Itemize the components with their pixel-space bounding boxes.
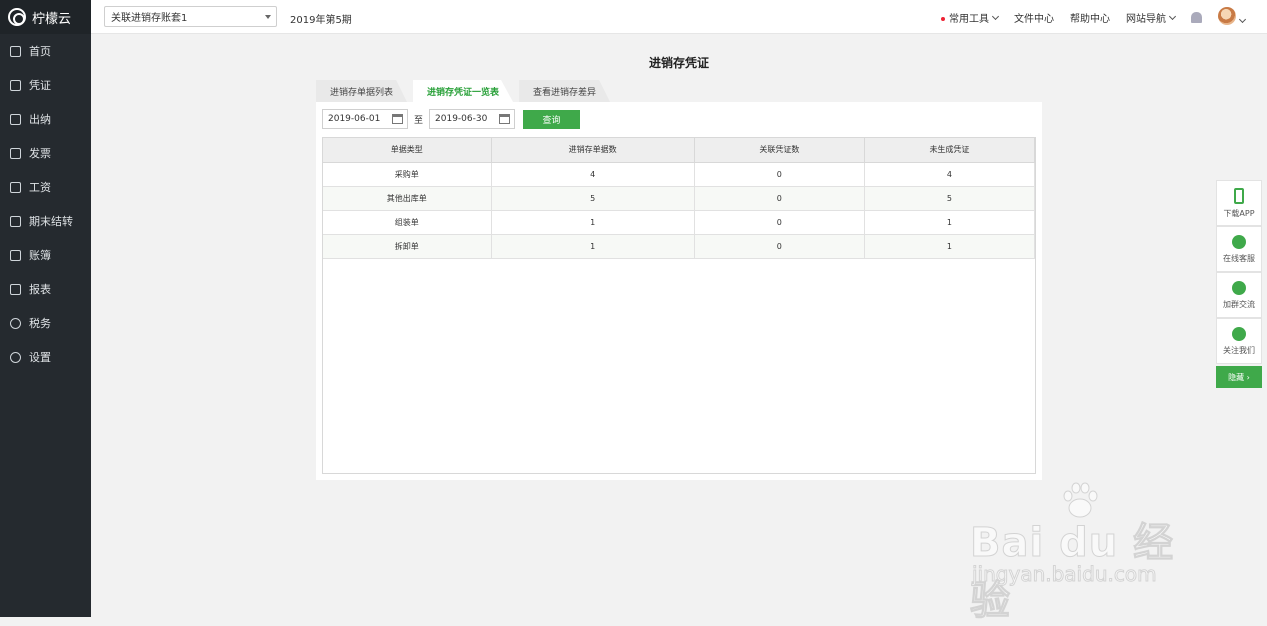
wechat-icon	[1232, 326, 1246, 341]
column-header[interactable]: 未生成凭证	[864, 138, 1036, 163]
cashier-icon	[10, 113, 21, 125]
table-header-row: 单据类型 进销存单据数 关联凭证数 未生成凭证	[323, 138, 1036, 163]
table-cell: 1	[491, 234, 695, 259]
table-cell: 5	[864, 186, 1036, 211]
table-row[interactable]: 组装单 1 0 1	[323, 210, 1036, 235]
end-date-input[interactable]: 2019-06-30	[429, 109, 516, 129]
sidebar-item-voucher[interactable]: 凭证	[0, 68, 91, 102]
date-filter: 2019-06-01 至 2019-06-30 查询	[322, 109, 581, 129]
group-icon	[1232, 280, 1246, 295]
table-cell: 1	[491, 210, 695, 235]
table-cell: 组装单	[323, 210, 492, 235]
table-cell: 0	[694, 162, 865, 187]
brand-logo[interactable]: 柠檬云	[0, 0, 91, 34]
brand-name: 柠檬云	[32, 11, 72, 27]
phone-icon	[1234, 187, 1244, 204]
user-menu[interactable]	[1218, 6, 1247, 28]
online-support-button[interactable]: 在线客服	[1216, 226, 1262, 272]
gear-icon	[10, 351, 21, 363]
invoice-icon	[10, 147, 21, 159]
calendar-icon	[10, 215, 21, 227]
sidebar-item-cashier[interactable]: 出纳	[0, 102, 91, 136]
salary-icon	[10, 181, 21, 193]
tab-voucher-overview[interactable]: 进销存凭证一览表	[413, 80, 514, 102]
red-dot-icon	[941, 16, 945, 21]
column-header[interactable]: 关联凭证数	[694, 138, 865, 163]
sidebar-item-report[interactable]: 报表	[0, 272, 91, 306]
sidebar-item-home[interactable]: 首页	[0, 34, 91, 68]
start-date-input[interactable]: 2019-06-01	[322, 109, 408, 129]
lemon-logo-icon	[8, 8, 26, 26]
voucher-table: 单据类型 进销存单据数 关联凭证数 未生成凭证 采购单 4 0 4 其他出库单 …	[322, 137, 1036, 474]
query-button[interactable]: 查询	[523, 109, 581, 129]
column-header[interactable]: 单据类型	[323, 138, 492, 163]
chevron-down-icon	[991, 12, 1000, 20]
sidebar-item-period-close[interactable]: 期末结转	[0, 204, 91, 238]
caret-down-icon	[265, 15, 271, 19]
table-cell: 拆卸单	[323, 234, 492, 259]
join-group-button[interactable]: 加群交流	[1216, 272, 1262, 318]
content-panel: 2019-06-01 至 2019-06-30 查询 单据类型 进销存单据数 关…	[316, 102, 1042, 480]
follow-us-button[interactable]: 关注我们	[1216, 318, 1262, 364]
date-range-separator: 至	[414, 115, 424, 126]
table-cell: 其他出库单	[323, 186, 492, 211]
floating-toolbar: 下载APP 在线客服 加群交流 关注我们 隐藏 ›	[1216, 180, 1262, 388]
table-row[interactable]: 拆卸单 1 0 1	[323, 234, 1036, 259]
chevron-down-icon	[1238, 15, 1247, 23]
table-cell: 采购单	[323, 162, 492, 187]
accounting-period: 2019年第5期	[290, 15, 352, 26]
person-icon	[1232, 234, 1246, 249]
baidu-watermark: Bai du 经验 jingyan.baidu.com	[970, 480, 1210, 625]
calendar-icon[interactable]	[392, 114, 403, 124]
account-book-select[interactable]: 关联进销存账套1	[104, 6, 277, 27]
hide-toolbar-button[interactable]: 隐藏 ›	[1216, 366, 1262, 388]
table-cell: 0	[694, 186, 865, 211]
sidebar-nav: 首页 凭证 出纳 发票 工资 期末结转 账簿 报表 税务 设置	[0, 34, 91, 374]
help-center-link[interactable]: 帮助中心	[1070, 10, 1110, 25]
calendar-icon[interactable]	[499, 114, 511, 124]
home-icon	[10, 45, 21, 57]
voucher-icon	[10, 79, 21, 91]
table-cell: 0	[694, 210, 865, 235]
table-cell: 1	[864, 234, 1036, 259]
table-cell: 0	[694, 234, 865, 259]
table-cell: 4	[491, 162, 695, 187]
table-cell: 5	[491, 186, 695, 211]
bell-icon[interactable]	[1191, 11, 1202, 23]
tax-icon	[10, 317, 21, 329]
book-icon	[10, 249, 21, 261]
page-title: 进销存凭证	[648, 56, 709, 70]
tab-bar: 进销存单据列表 进销存凭证一览表 查看进销存差异	[316, 80, 616, 102]
top-links: 常用工具 文件中心 帮助中心 网站导航	[941, 0, 1247, 34]
site-nav-menu[interactable]: 网站导航	[1126, 10, 1177, 25]
column-header[interactable]: 进销存单据数	[491, 138, 695, 163]
sidebar-item-settings[interactable]: 设置	[0, 340, 91, 374]
sidebar-item-tax[interactable]: 税务	[0, 306, 91, 340]
sidebar-item-ledger[interactable]: 账簿	[0, 238, 91, 272]
sidebar-item-invoice[interactable]: 发票	[0, 136, 91, 170]
sidebar: 柠檬云 首页 凭证 出纳 发票 工资 期末结转 账簿 报表 税务 设置	[0, 0, 91, 617]
chevron-down-icon	[1168, 12, 1177, 20]
tab-document-list[interactable]: 进销存单据列表	[316, 80, 408, 102]
file-center-link[interactable]: 文件中心	[1014, 10, 1054, 25]
table-cell: 4	[864, 162, 1036, 187]
watermark-url: jingyan.baidu.com	[972, 562, 1158, 587]
tab-view-differences[interactable]: 查看进销存差异	[519, 80, 611, 102]
avatar	[1218, 6, 1236, 25]
topbar: 关联进销存账套1 2019年第5期 常用工具 文件中心 帮助中心 网站导航	[91, 0, 1267, 34]
chart-icon	[10, 283, 21, 295]
tools-menu[interactable]: 常用工具	[941, 10, 1000, 25]
table-row[interactable]: 其他出库单 5 0 5	[323, 186, 1036, 211]
download-app-button[interactable]: 下载APP	[1216, 180, 1262, 226]
table-row[interactable]: 采购单 4 0 4	[323, 162, 1036, 187]
table-cell: 1	[864, 210, 1036, 235]
sidebar-item-salary[interactable]: 工资	[0, 170, 91, 204]
